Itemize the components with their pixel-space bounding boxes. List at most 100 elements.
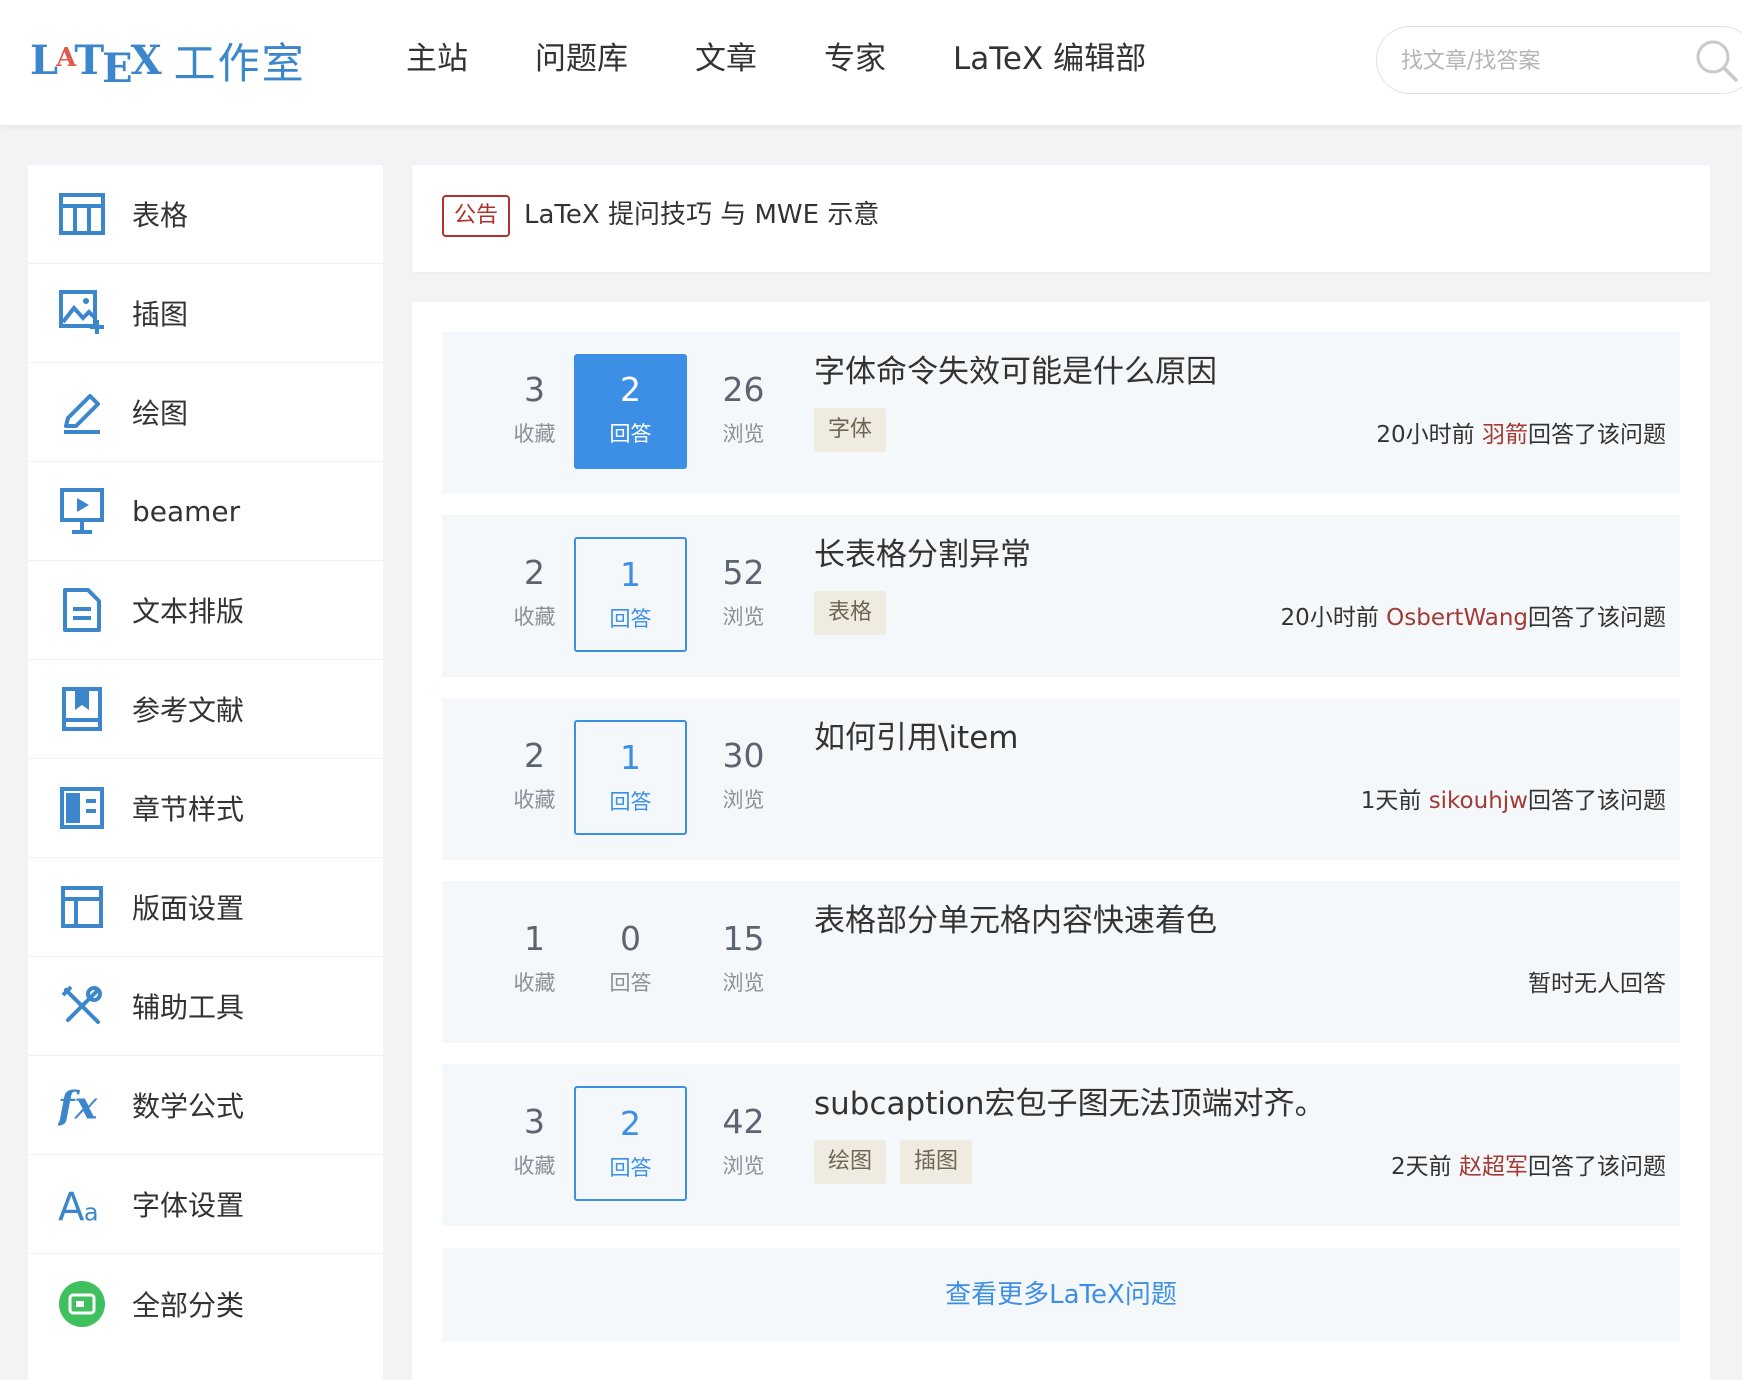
answers-label: 回答 bbox=[609, 1156, 652, 1180]
sidebar-item-font[interactable]: Aa 字体设置 bbox=[28, 1155, 383, 1254]
nav-item-editorial[interactable]: LaTeX 编辑部 bbox=[953, 32, 1146, 86]
question-tag[interactable]: 绘图 bbox=[814, 1140, 887, 1184]
sidebar-item-all[interactable]: 全部分类 bbox=[28, 1254, 383, 1353]
answer-time: 2天前 bbox=[1391, 1154, 1452, 1180]
views-stat: 42 浏览 bbox=[687, 1086, 800, 1201]
sidebar-item-label: 绘图 bbox=[132, 397, 189, 430]
answer-user-link[interactable]: sikouhjw bbox=[1429, 788, 1528, 814]
sidebar-item-beamer[interactable]: beamer bbox=[28, 462, 383, 561]
question-card: 3 收藏 2 回答 42 浏览 subcaption宏包子图无法顶端对齐。 绘图 插图 … bbox=[442, 1064, 1680, 1226]
font-icon: Aa bbox=[58, 1180, 106, 1228]
answer-time: 20小时前 bbox=[1376, 422, 1475, 448]
question-meta: 2天前 赵超军回答了该问题 bbox=[1391, 1150, 1666, 1184]
search-box bbox=[1376, 26, 1742, 94]
svg-text:a: a bbox=[84, 1199, 99, 1226]
views-label: 浏览 bbox=[722, 971, 765, 995]
sidebar-item-page-setup[interactable]: 版面设置 bbox=[28, 858, 383, 957]
sidebar-item-typesetting[interactable]: 文本排版 bbox=[28, 561, 383, 660]
document-icon bbox=[58, 586, 106, 634]
sidebar-item-table[interactable]: 表格 bbox=[28, 165, 383, 264]
question-card: 2 收藏 1 回答 30 浏览 如何引用\item 1天前 sikouhjw回答了该问… bbox=[442, 698, 1680, 860]
svg-text:fx: fx bbox=[58, 1083, 99, 1128]
search-icon[interactable] bbox=[1693, 37, 1741, 85]
answer-user-link[interactable]: 赵超军 bbox=[1459, 1154, 1528, 1180]
question-meta: 暂时无人回答 bbox=[1528, 967, 1666, 1001]
question-title[interactable]: 如何引用\item bbox=[814, 716, 1018, 760]
views-count: 30 bbox=[722, 736, 765, 775]
announcement-bar: 公告 LaTeX 提问技巧 与 MWE 示意 bbox=[412, 165, 1710, 272]
answers-label: 回答 bbox=[609, 607, 652, 631]
layout-columns-icon bbox=[58, 784, 106, 832]
views-label: 浏览 bbox=[722, 1154, 765, 1178]
notice-badge: 公告 bbox=[442, 195, 511, 237]
question-tag[interactable]: 插图 bbox=[900, 1140, 973, 1184]
nav-item-home[interactable]: 主站 bbox=[406, 32, 468, 86]
sidebar-item-tools[interactable]: 辅助工具 bbox=[28, 957, 383, 1056]
answers-count: 0 bbox=[620, 919, 641, 958]
sidebar-item-chapter-style[interactable]: 章节样式 bbox=[28, 759, 383, 858]
search-input[interactable] bbox=[1399, 39, 1663, 83]
page-layout-icon bbox=[58, 883, 106, 931]
views-count: 42 bbox=[722, 1102, 765, 1141]
answers-stat[interactable]: 2 回答 bbox=[574, 1086, 687, 1201]
views-label: 浏览 bbox=[722, 605, 765, 629]
tag-list: 绘图 插图 bbox=[814, 1140, 986, 1184]
answers-label: 回答 bbox=[609, 971, 652, 995]
answer-time: 1天前 bbox=[1360, 788, 1422, 814]
views-label: 浏览 bbox=[722, 788, 765, 812]
tag-list: 表格 bbox=[814, 591, 900, 635]
answers-stat[interactable]: 1 回答 bbox=[574, 537, 687, 652]
category-sidebar: 表格 插图 绘图 beamer 文本排版 参考文献 章节样式 版面设置 辅助工具… bbox=[28, 165, 383, 1380]
sidebar-item-label: 辅助工具 bbox=[132, 991, 245, 1024]
sidebar-item-drawing[interactable]: 绘图 bbox=[28, 363, 383, 462]
nav-item-questions[interactable]: 问题库 bbox=[535, 32, 628, 86]
question-card: 3 收藏 2 回答 26 浏览 字体命令失效可能是什么原因 字体 20小时前 羽箭回答… bbox=[442, 332, 1680, 494]
views-count: 26 bbox=[722, 370, 765, 409]
question-tag[interactable]: 表格 bbox=[814, 591, 887, 635]
tools-icon bbox=[58, 982, 106, 1030]
views-count: 52 bbox=[722, 553, 765, 592]
sidebar-item-label: 参考文献 bbox=[132, 694, 245, 727]
answers-label: 回答 bbox=[609, 790, 652, 814]
top-header: LATEX 工作室 主站 问题库 文章 专家 LaTeX 编辑部 bbox=[0, 0, 1742, 125]
question-card: 2 收藏 1 回答 52 浏览 长表格分割异常 表格 20小时前 OsbertWang… bbox=[442, 515, 1680, 677]
answers-stat[interactable]: 2 回答 bbox=[574, 354, 687, 469]
answers-count: 1 bbox=[620, 555, 641, 594]
answers-label: 回答 bbox=[609, 422, 652, 446]
answers-stat[interactable]: 0 回答 bbox=[574, 903, 687, 1018]
notice-link[interactable]: LaTeX 提问技巧 与 MWE 示意 bbox=[524, 193, 879, 237]
latex-logo-mark: LATEX bbox=[30, 36, 162, 92]
bookmark-book-icon bbox=[58, 685, 106, 733]
question-meta: 20小时前 羽箭回答了该问题 bbox=[1376, 418, 1666, 452]
main-nav: 主站 问题库 文章 专家 LaTeX 编辑部 bbox=[406, 32, 1213, 86]
answer-user-link[interactable]: OsbertWang bbox=[1386, 605, 1528, 631]
answer-status: 回答了该问题 bbox=[1528, 1154, 1666, 1180]
answers-count: 1 bbox=[620, 738, 641, 777]
fx-icon: fx bbox=[58, 1081, 106, 1129]
sidebar-item-math[interactable]: fx 数学公式 bbox=[28, 1056, 383, 1155]
sidebar-item-label: 插图 bbox=[132, 298, 189, 331]
answers-stat[interactable]: 1 回答 bbox=[574, 720, 687, 835]
question-title[interactable]: subcaption宏包子图无法顶端对齐。 bbox=[814, 1082, 1326, 1126]
nav-item-articles[interactable]: 文章 bbox=[695, 32, 757, 86]
site-logo[interactable]: LATEX 工作室 bbox=[30, 30, 306, 92]
views-label: 浏览 bbox=[722, 422, 765, 446]
views-stat: 26 浏览 bbox=[687, 354, 800, 469]
nav-item-experts[interactable]: 专家 bbox=[824, 32, 886, 86]
question-list-panel: 3 收藏 2 回答 26 浏览 字体命令失效可能是什么原因 字体 20小时前 羽箭回答… bbox=[412, 302, 1710, 1380]
question-tag[interactable]: 字体 bbox=[814, 408, 887, 452]
question-title[interactable]: 长表格分割异常 bbox=[814, 533, 1031, 577]
sidebar-item-label: 表格 bbox=[132, 199, 189, 232]
sidebar-item-label: beamer bbox=[132, 494, 241, 528]
question-title[interactable]: 表格部分单元格内容快速着色 bbox=[814, 899, 1217, 943]
answers-count: 2 bbox=[620, 1104, 641, 1143]
view-more-link[interactable]: 查看更多LaTeX问题 bbox=[442, 1248, 1680, 1342]
answer-user-link[interactable]: 羽箭 bbox=[1482, 422, 1528, 448]
sidebar-item-image[interactable]: 插图 bbox=[28, 264, 383, 363]
sidebar-item-bibliography[interactable]: 参考文献 bbox=[28, 660, 383, 759]
logo-text: 工作室 bbox=[173, 38, 306, 88]
sidebar-item-label: 版面设置 bbox=[132, 892, 245, 925]
pencil-icon bbox=[58, 388, 106, 436]
question-title[interactable]: 字体命令失效可能是什么原因 bbox=[814, 350, 1217, 394]
svg-text:A: A bbox=[58, 1186, 85, 1226]
